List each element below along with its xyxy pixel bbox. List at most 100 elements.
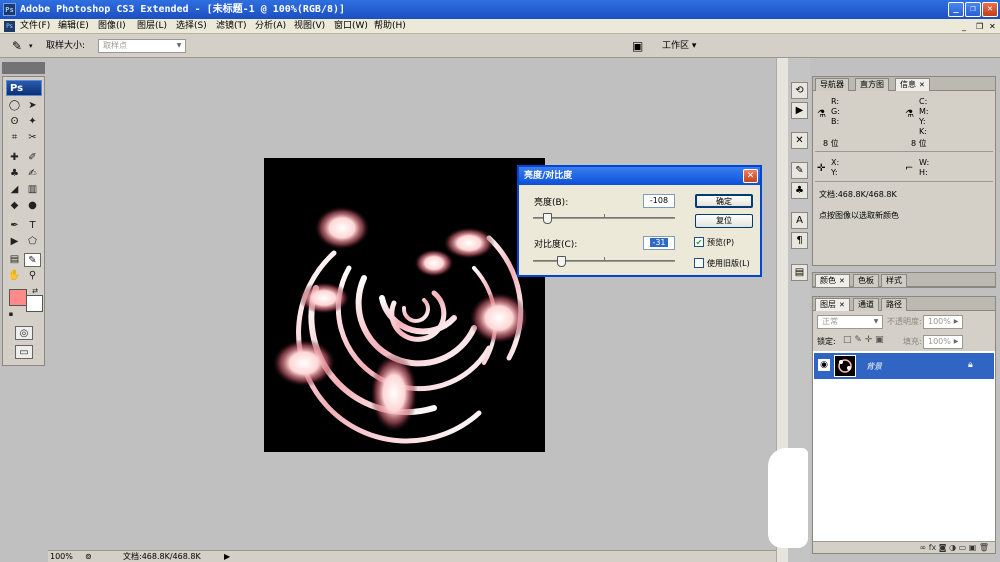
info-y-label: Y: bbox=[919, 117, 926, 126]
tab-color[interactable]: 颜色 ✕ bbox=[815, 274, 850, 287]
crop-tool-icon[interactable]: ⌗ bbox=[6, 131, 23, 145]
tab-styles[interactable]: 样式 bbox=[881, 274, 907, 287]
tab-histogram[interactable]: 直方图 bbox=[855, 78, 889, 91]
zoom-tool-icon[interactable]: ⚲ bbox=[24, 269, 41, 283]
slice-tool-icon[interactable]: ✂ bbox=[24, 131, 41, 145]
contrast-slider-thumb[interactable] bbox=[557, 256, 567, 267]
screen-mode-icon[interactable]: ▭ bbox=[15, 345, 33, 359]
minimize-icon[interactable]: _ bbox=[948, 2, 964, 17]
menu-layer[interactable]: 图层(L) bbox=[137, 19, 167, 34]
brightness-input[interactable]: -108 bbox=[643, 194, 675, 208]
shape-tool-icon[interactable]: ⬠ bbox=[24, 235, 41, 249]
close-tab-icon[interactable]: ✕ bbox=[839, 301, 845, 309]
healing-brush-tool-icon[interactable]: ✚ bbox=[6, 151, 23, 165]
hand-tool-icon[interactable]: ✋ bbox=[6, 269, 23, 283]
brightness-slider-thumb[interactable] bbox=[543, 213, 553, 224]
close-tab-icon[interactable]: ✕ bbox=[839, 277, 845, 285]
selection-size-icon: ⌐ bbox=[905, 163, 914, 174]
menu-analysis[interactable]: 分析(A) bbox=[255, 19, 286, 34]
swap-colors-icon[interactable]: ⇄ bbox=[30, 287, 40, 295]
info-c-label: C: bbox=[919, 97, 928, 106]
blend-mode-select[interactable]: 正常 ▼ bbox=[817, 315, 883, 329]
layers-footer-icons[interactable]: ∞ fx ◙ ◑ ▭ ▣ 🗑︎ bbox=[813, 541, 995, 553]
visibility-eye-icon[interactable]: ◉ bbox=[818, 359, 830, 371]
preview-checkbox[interactable]: ✔ bbox=[694, 237, 704, 247]
document-image[interactable] bbox=[264, 158, 545, 452]
menu-image[interactable]: 图像(I) bbox=[98, 19, 126, 34]
divider bbox=[815, 181, 993, 182]
gradient-tool-icon[interactable]: ▥ bbox=[24, 183, 41, 197]
notes-tool-icon[interactable]: ▤ bbox=[6, 253, 23, 267]
blur-tool-icon[interactable]: ◆ bbox=[6, 199, 23, 213]
contrast-slider-track[interactable] bbox=[533, 260, 675, 262]
path-selection-tool-icon[interactable]: ▶ bbox=[6, 235, 23, 249]
eyedropper-tool-icon[interactable]: ✎ bbox=[24, 253, 41, 267]
tab-swatches[interactable]: 色板 bbox=[853, 274, 879, 287]
contrast-input[interactable]: -31 bbox=[643, 236, 675, 250]
zoom-level[interactable]: 100% bbox=[50, 551, 73, 562]
dodge-tool-icon[interactable]: ● bbox=[24, 199, 41, 213]
menu-file[interactable]: 文件(F) bbox=[20, 19, 50, 34]
pen-tool-icon[interactable]: ✒ bbox=[6, 219, 23, 233]
tab-info[interactable]: 信息 ✕ bbox=[895, 78, 930, 91]
close-icon[interactable]: ✕ bbox=[982, 2, 998, 17]
tab-paths[interactable]: 路径 bbox=[881, 298, 907, 311]
menu-view[interactable]: 视图(V) bbox=[294, 19, 325, 34]
ok-button[interactable]: 确定 bbox=[695, 194, 753, 208]
tab-layers[interactable]: 图层 ✕ bbox=[815, 298, 850, 311]
quick-mask-icon[interactable]: ◎ bbox=[15, 326, 33, 340]
tool-presets-icon[interactable]: ✕ bbox=[791, 132, 808, 149]
paragraph-panel-icon[interactable]: ¶ bbox=[791, 232, 808, 249]
tab-navigator[interactable]: 导航器 bbox=[815, 78, 849, 91]
menu-window[interactable]: 窗口(W) bbox=[334, 19, 368, 34]
status-menu-icon[interactable]: ⊚ bbox=[85, 551, 92, 562]
legacy-checkbox[interactable] bbox=[694, 258, 704, 268]
history-brush-tool-icon[interactable]: ✍ bbox=[24, 167, 41, 181]
tab-channels[interactable]: 通道 bbox=[853, 298, 879, 311]
restore-icon[interactable]: ❐ bbox=[965, 2, 981, 17]
layer-row-background[interactable]: ◉ 背景 🔒︎ bbox=[814, 353, 994, 379]
opacity-input[interactable]: 100% ▶ bbox=[923, 315, 963, 329]
history-panel-icon[interactable]: ⟲ bbox=[791, 82, 808, 99]
foreground-color-swatch[interactable] bbox=[9, 289, 27, 306]
sample-size-select[interactable]: 取样点 ▼ bbox=[98, 39, 186, 53]
toolbox-header[interactable] bbox=[2, 62, 45, 74]
brush-tool-icon[interactable]: ✐ bbox=[24, 151, 41, 165]
type-tool-icon[interactable]: T bbox=[24, 219, 41, 233]
character-panel-icon[interactable]: A bbox=[791, 212, 808, 229]
clone-stamp-tool-icon[interactable]: ♣ bbox=[6, 167, 23, 181]
status-arrow-icon[interactable]: ▶ bbox=[224, 551, 230, 562]
doc-restore-icon[interactable]: ❐ bbox=[976, 19, 983, 34]
menu-help[interactable]: 帮助(H) bbox=[374, 19, 406, 34]
actions-panel-icon[interactable]: ▶ bbox=[791, 102, 808, 119]
info-w-label: W: bbox=[919, 158, 930, 167]
brightness-slider-track[interactable] bbox=[533, 217, 675, 219]
clone-source-icon[interactable]: ♣ bbox=[791, 182, 808, 199]
workspace-button[interactable]: 工作区 ▾ bbox=[662, 34, 696, 58]
lasso-tool-icon[interactable]: ʘ bbox=[6, 115, 23, 129]
move-tool-icon[interactable]: ➤ bbox=[24, 99, 41, 113]
eyedropper-icon[interactable]: ✎ bbox=[12, 34, 22, 58]
close-tab-icon[interactable]: ✕ bbox=[919, 81, 925, 89]
fill-input[interactable]: 100% ▶ bbox=[923, 335, 963, 349]
background-color-swatch[interactable] bbox=[26, 295, 43, 312]
doc-close-icon[interactable]: ✕ bbox=[989, 19, 996, 34]
default-colors-icon[interactable]: ▪ bbox=[6, 310, 16, 318]
dialog-close-icon[interactable]: ✕ bbox=[743, 169, 758, 183]
menu-filter[interactable]: 滤镜(T) bbox=[216, 19, 247, 34]
info-b-label: B: bbox=[831, 117, 840, 126]
file-browser-icon[interactable]: ▣ bbox=[632, 34, 643, 58]
reset-button[interactable]: 复位 bbox=[695, 214, 753, 228]
brushes-panel-icon[interactable]: ✎ bbox=[791, 162, 808, 179]
layer-comps-icon[interactable]: ▤ bbox=[791, 264, 808, 281]
layer-lock-icon: 🔒︎ bbox=[968, 360, 973, 370]
menu-edit[interactable]: 编辑(E) bbox=[58, 19, 89, 34]
marquee-tool-icon[interactable]: ◯ bbox=[6, 99, 23, 113]
menu-select[interactable]: 选择(S) bbox=[176, 19, 207, 34]
lock-icons[interactable]: □ ✎ ✛ ▣ bbox=[843, 335, 884, 345]
doc-minimize-icon[interactable]: _ bbox=[962, 19, 966, 34]
crosshair-icon: ✛ bbox=[817, 163, 826, 174]
tool-preset-arrow-icon[interactable]: ▾ bbox=[29, 34, 33, 58]
eraser-tool-icon[interactable]: ◢ bbox=[6, 183, 23, 197]
magic-wand-tool-icon[interactable]: ✦ bbox=[24, 115, 41, 129]
